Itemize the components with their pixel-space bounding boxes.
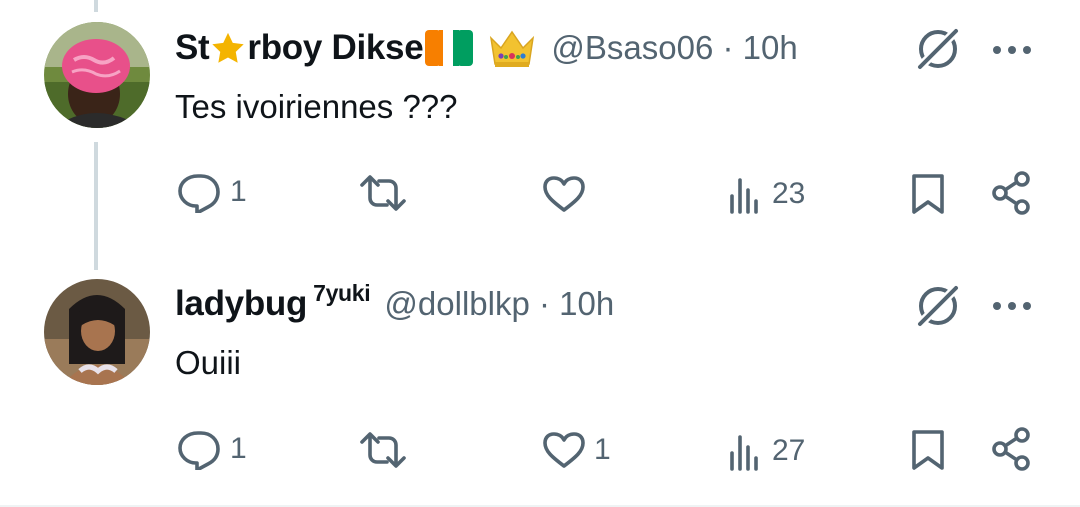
like-button[interactable]: 1: [542, 431, 611, 469]
views-button[interactable]: 27: [724, 431, 805, 471]
tweet-text: Ouiii: [175, 344, 242, 381]
thread-line-top: [94, 0, 98, 12]
repost-button[interactable]: [358, 432, 416, 468]
views-icon: [730, 435, 758, 471]
bookmark-icon[interactable]: [910, 172, 946, 216]
avatar[interactable]: [44, 279, 150, 385]
reply-icon: [178, 174, 220, 213]
handle-time[interactable]: @dollblkp · 10h: [384, 285, 614, 323]
like-count: 1: [594, 433, 611, 466]
reply-count: 1: [230, 175, 247, 208]
display-name-start: St: [175, 27, 210, 67]
display-name[interactable]: ladybug 7yuki: [175, 280, 371, 324]
bookmark-icon[interactable]: [910, 428, 946, 472]
handle-time[interactable]: @Bsaso06 · 10h: [551, 29, 797, 67]
display-name-end: rboy Dikse: [247, 27, 424, 67]
thread-line: [94, 142, 98, 270]
like-icon: [543, 176, 585, 212]
share-icon[interactable]: [990, 426, 1034, 472]
repost-icon: [360, 432, 406, 468]
like-button[interactable]: [542, 175, 594, 213]
tweet-text: Tes ivoiriennes ???: [175, 88, 458, 125]
view-count: 27: [772, 434, 806, 467]
avatar[interactable]: [44, 22, 150, 128]
repost-button[interactable]: [358, 175, 416, 211]
display-name-suffix: 7yuki: [313, 280, 371, 306]
tweet-header: ladybug 7yuki @dollblkp · 10h: [175, 280, 614, 324]
grok-icon[interactable]: [912, 280, 964, 332]
grok-icon[interactable]: [912, 23, 964, 75]
star-emoji-icon: [212, 33, 245, 64]
reply-count: 1: [230, 432, 247, 465]
display-name-main: ladybug: [175, 284, 308, 323]
view-count: 23: [772, 177, 806, 210]
views-icon: [730, 178, 758, 214]
reply-icon: [178, 431, 220, 470]
crown-emoji-icon: [490, 30, 535, 67]
like-icon: [543, 432, 585, 468]
share-icon[interactable]: [990, 170, 1034, 216]
display-name[interactable]: St rboy Dikse: [175, 27, 424, 69]
reply-button[interactable]: 1: [176, 171, 247, 213]
reply-button[interactable]: 1: [176, 428, 247, 470]
more-icon[interactable]: [988, 296, 1036, 316]
more-icon[interactable]: [988, 40, 1036, 60]
tweet-header: St rboy Dikse @Bsaso06 · 10h: [175, 26, 798, 70]
views-button[interactable]: 23: [724, 174, 805, 214]
repost-icon: [360, 175, 406, 211]
ivory-coast-flag-icon: [425, 30, 474, 66]
